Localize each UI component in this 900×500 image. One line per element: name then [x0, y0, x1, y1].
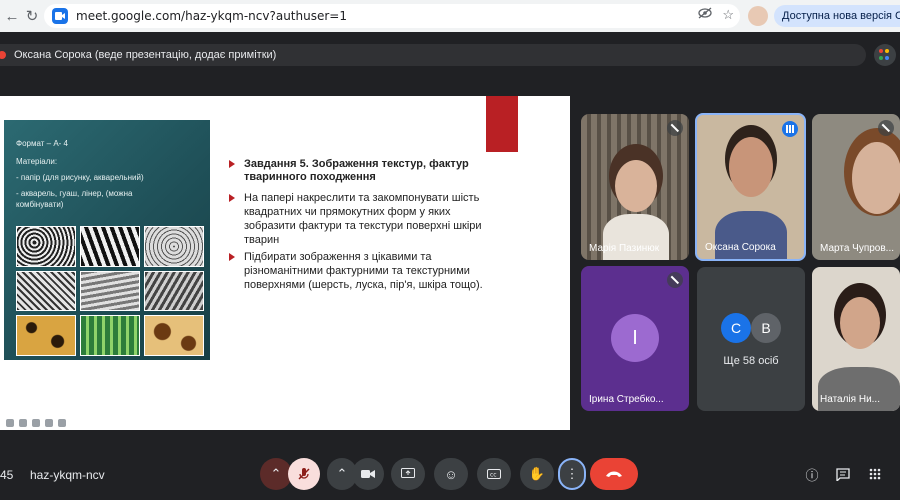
task-item2-line1: Підбирати зображення з цікавими та [244, 251, 432, 263]
participant-name: Ірина Стребко... [589, 394, 664, 405]
address-bar[interactable]: meet.google.com/haz-ykqm-ncv?authuser=1 … [44, 4, 740, 28]
slide-material-2a: - акварель, гуаш, лінер, (можна [16, 189, 133, 198]
muted-mic-icon [878, 120, 894, 136]
search-icon[interactable] [6, 419, 14, 427]
texture-sample [144, 226, 204, 267]
slide-controls [6, 419, 66, 427]
participant-name: Марія Пазинюк [589, 243, 660, 254]
speaking-indicator-icon [782, 121, 798, 137]
meeting-code: haz-ykqm-ncv [30, 468, 105, 482]
slide-format-text: Формат – А- 4 [16, 139, 68, 148]
chat-icon[interactable] [45, 419, 53, 427]
emoji-reaction-icon[interactable]: ☺ [434, 458, 468, 490]
participant-name: Марта Чупров... [820, 243, 895, 254]
captions-icon[interactable] [19, 419, 27, 427]
slide-material-2b: комбінувати) [16, 200, 64, 209]
url-text: meet.google.com/haz-ykqm-ncv?authuser=1 [76, 9, 347, 23]
participant-tile[interactable]: Марта Чупров... [812, 114, 900, 260]
slide-materials-title: Матеріали: [16, 157, 58, 166]
bookmark-star-icon[interactable]: ☆ [722, 7, 734, 23]
google-apps-icon[interactable] [874, 44, 896, 66]
activities-grid-icon[interactable] [865, 464, 885, 484]
texture-sample [80, 226, 140, 267]
task-item1-line3: зобразити фактури та текстури поверхні ш… [244, 220, 482, 232]
slide-material-1: - папір (для рисунку, акварельний) [16, 173, 144, 182]
texture-sample [80, 270, 140, 312]
participant-avatar: I [611, 314, 659, 362]
participant-face [615, 160, 657, 212]
more-participants-label: Ще 58 осіб [723, 355, 779, 367]
tracking-eye-icon[interactable] [698, 7, 712, 23]
captions-icon[interactable]: cc [477, 458, 511, 490]
profile-avatar[interactable] [748, 6, 768, 26]
participant-avatar: С [721, 313, 751, 343]
participant-tile[interactable]: Наталія Ни... [812, 267, 900, 411]
meet-site-icon [52, 8, 68, 24]
task-item2-line3: поверхнями (шерсть, луска, пір'я, шкіра … [244, 279, 483, 291]
meeting-clock: 45 [0, 468, 14, 482]
participant-name: Наталія Ни... [820, 394, 880, 405]
raise-hand-icon[interactable]: ✋ [520, 458, 554, 490]
reload-icon[interactable]: ↻ [20, 4, 44, 28]
slide-bullet-icon [229, 194, 235, 202]
participant-face [852, 142, 900, 214]
camera-icon[interactable] [352, 458, 384, 490]
texture-sample [144, 270, 204, 312]
browser-toolbar: ← ↻ meet.google.com/haz-ykqm-ncv?authuse… [0, 0, 900, 32]
chrome-update-button[interactable]: Доступна нова версія Chrom [774, 5, 900, 27]
participant-tile[interactable]: Марія Пазинюк [581, 114, 689, 260]
task-item1-line4: тварин [244, 234, 280, 246]
meeting-info-icon[interactable]: ⓘ [802, 464, 822, 484]
more-options-icon[interactable]: ⋮ [558, 458, 586, 490]
more-participants-tile[interactable]: С В Ще 58 осіб [697, 267, 805, 411]
task-title-line2: тваринного походження [244, 171, 376, 183]
camera-icon[interactable] [32, 419, 40, 427]
participant-tile[interactable]: I Ірина Стребко... [581, 266, 689, 411]
leave-call-icon[interactable] [590, 458, 638, 490]
presenter-banner: Оксана Сорока (веде презентацію, додає п… [0, 44, 866, 66]
chat-icon[interactable] [833, 464, 853, 484]
task-item2-line2: різноманітними фактурними та текстурними [244, 265, 470, 277]
task-title-line1: Завдання 5. Зображення текстур, фактур [244, 158, 469, 170]
muted-mic-icon [667, 272, 683, 288]
slide-bullet-icon [229, 253, 235, 261]
participant-face [729, 137, 773, 197]
presenter-label: Оксана Сорока (веде презентацію, додає п… [14, 49, 277, 61]
participant-avatar: В [751, 313, 781, 343]
texture-sample [16, 315, 76, 356]
texture-sample [80, 315, 140, 356]
settings-icon[interactable] [58, 419, 66, 427]
svg-text:cc: cc [490, 472, 497, 479]
muted-mic-icon [667, 120, 683, 136]
texture-sample [144, 315, 204, 356]
present-screen-icon[interactable] [391, 458, 425, 490]
slide-red-accent [486, 96, 518, 152]
task-item1-line1: На папері накреслити та закомпонувати ші… [244, 192, 480, 204]
texture-samples-grid [16, 226, 204, 356]
participant-face [840, 297, 880, 349]
task-item1-line2: квадратних чи прямокутних форм у яких [244, 206, 451, 218]
slide-bullet-icon [229, 160, 235, 168]
participant-name: Оксана Сорока [705, 242, 776, 253]
participant-body [715, 211, 787, 259]
texture-sample [16, 226, 76, 267]
presenting-indicator-icon [0, 51, 6, 59]
texture-sample [16, 270, 76, 312]
participant-tile-active-speaker[interactable]: Оксана Сорока [695, 113, 806, 261]
mic-muted-icon[interactable] [288, 458, 320, 490]
